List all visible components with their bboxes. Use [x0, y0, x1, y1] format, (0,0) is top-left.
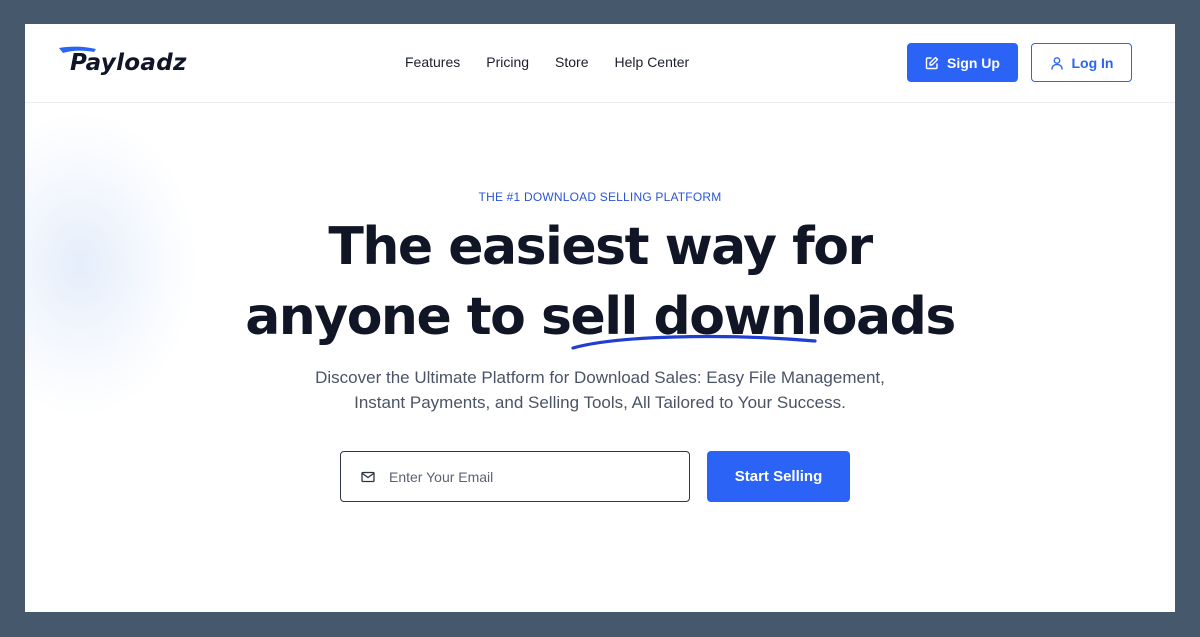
- description-line-2: Instant Payments, and Selling Tools, All…: [354, 393, 846, 412]
- main-nav: Features Pricing Store Help Center: [405, 54, 689, 70]
- user-icon: [1050, 56, 1063, 70]
- nav-item-pricing[interactable]: Pricing: [486, 54, 529, 70]
- email-input[interactable]: [389, 468, 659, 485]
- nav-item-store[interactable]: Store: [555, 54, 588, 70]
- start-selling-button[interactable]: Start Selling: [707, 451, 850, 502]
- brand-logo[interactable]: Payloadz: [58, 46, 198, 78]
- description-line-1: Discover the Ultimate Platform for Downl…: [315, 368, 885, 387]
- edit-icon: [925, 56, 939, 69]
- site-header: Payloadz Features Pricing Store Help Cen…: [25, 24, 1175, 103]
- log-in-button[interactable]: Log In: [1031, 43, 1132, 82]
- sign-up-button[interactable]: Sign Up: [907, 43, 1018, 82]
- email-field-wrapper[interactable]: [340, 451, 690, 502]
- brand-name: Payloadz: [70, 50, 187, 76]
- hero-description: Discover the Ultimate Platform for Downl…: [25, 365, 1175, 415]
- headline-line-1: The easiest way for: [328, 217, 873, 277]
- mail-icon: [361, 471, 375, 483]
- hero-eyebrow: THE #1 DOWNLOAD SELLING PLATFORM: [478, 190, 722, 204]
- headline-underline: [571, 334, 817, 350]
- nav-item-help-center[interactable]: Help Center: [615, 54, 690, 70]
- browser-viewport: Payloadz Features Pricing Store Help Cen…: [25, 24, 1175, 612]
- log-in-label: Log In: [1071, 54, 1114, 71]
- nav-item-features[interactable]: Features: [405, 54, 460, 70]
- sign-up-label: Sign Up: [947, 54, 1000, 71]
